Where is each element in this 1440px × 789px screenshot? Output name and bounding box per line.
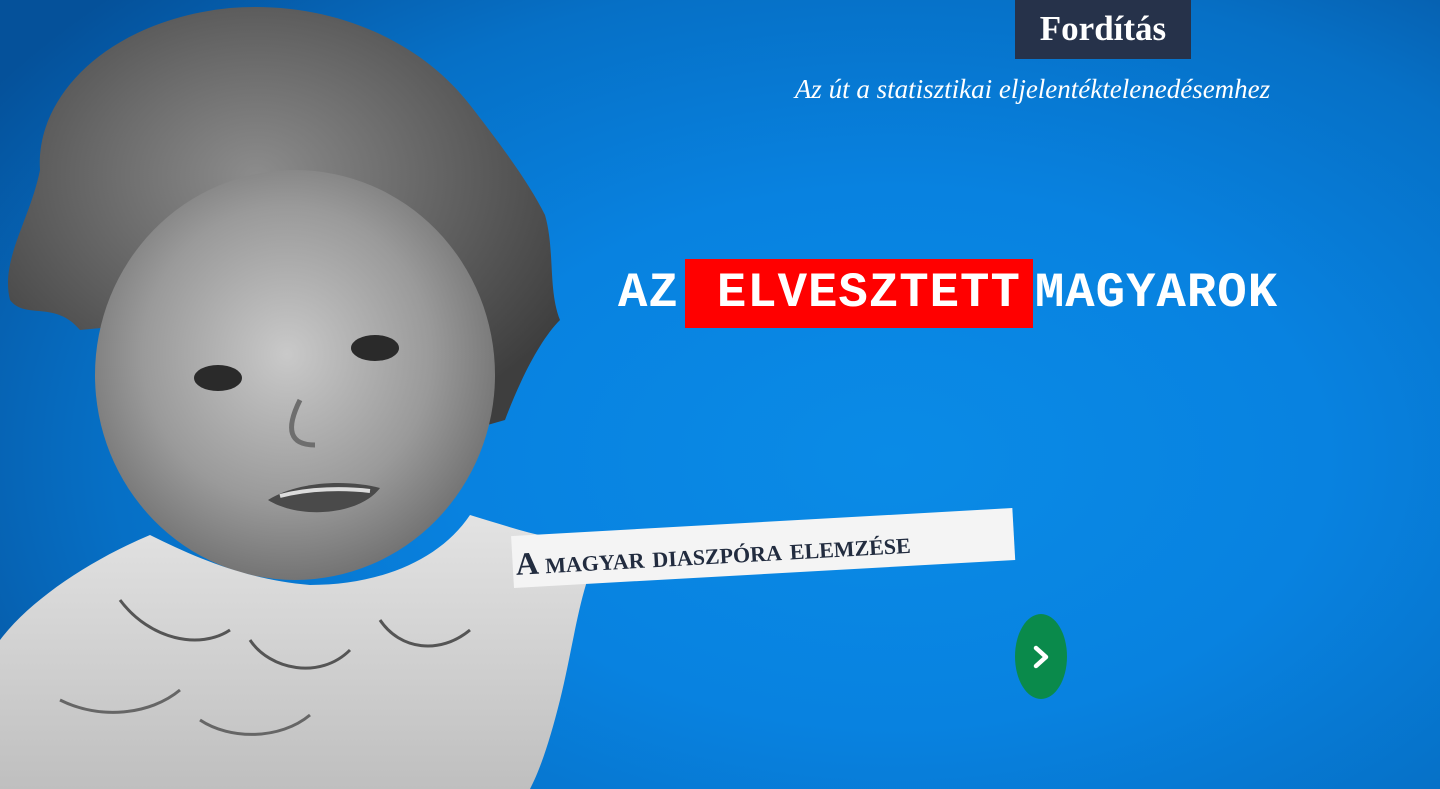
translate-button[interactable]: Fordítás [1015, 0, 1191, 59]
headline-word-az: AZ [618, 265, 679, 321]
main-headline: AZ ELVESZTETT MAGYAROK [618, 258, 1278, 328]
subtitle: Az út a statisztikai eljelentéktelenedés… [794, 74, 1271, 104]
headline-highlight-elvesztett: ELVESZTETT [684, 258, 1033, 328]
next-button[interactable] [1015, 614, 1067, 699]
headline-word-magyarok: MAGYAROK [1034, 265, 1279, 321]
chevron-right-icon [1033, 645, 1049, 668]
child-portrait-photo [0, 6, 605, 789]
